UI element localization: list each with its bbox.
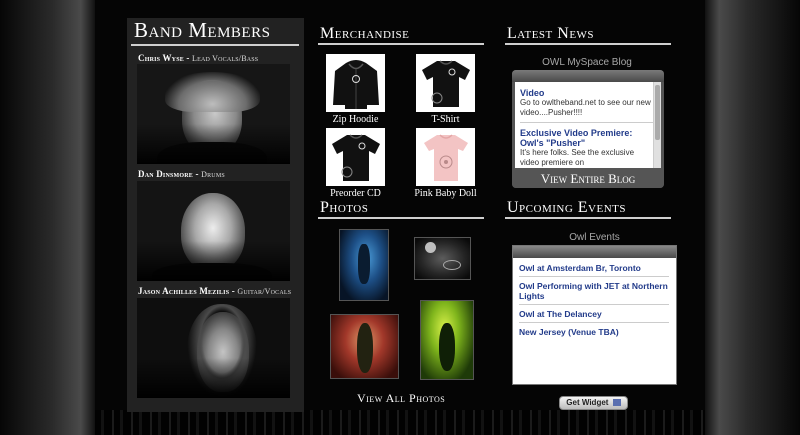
background-grunge	[95, 410, 705, 435]
news-divider	[520, 122, 655, 123]
merchandise-title: Merchandise	[320, 25, 410, 42]
member-3-photo[interactable]	[137, 298, 290, 398]
merch-label[interactable]: T-Shirt	[406, 114, 485, 125]
event-divider	[519, 322, 669, 323]
band-members-rule	[131, 44, 299, 46]
widget-icon	[612, 399, 621, 406]
band-members-panel: Band Members Chris Wyse - Lead Vocals/Ba…	[127, 18, 304, 412]
view-all-photos-link[interactable]: View All Photos	[357, 391, 445, 406]
get-widget-button[interactable]: Get Widget	[559, 396, 628, 410]
band-members-title: Band Members	[134, 18, 271, 42]
merch-label[interactable]: Pink Baby Doll	[406, 188, 485, 199]
news-widget: Video Go to owltheband.net to see our ne…	[512, 70, 664, 188]
news-list[interactable]: Video Go to owltheband.net to see our ne…	[515, 82, 661, 168]
t-shirt-image[interactable]	[416, 54, 475, 112]
member-1-photo[interactable]	[137, 64, 290, 164]
member-name: Jason Achilles Mezilis	[138, 286, 230, 296]
event-item[interactable]: New Jersey (Venue TBA)	[519, 327, 669, 337]
merch-t-shirt[interactable]: T-Shirt	[416, 54, 475, 125]
photos-title: Photos	[320, 199, 369, 216]
photo-thumb-3[interactable]	[330, 314, 399, 379]
events-widget-caption: Owl Events	[569, 232, 620, 243]
upcoming-events-title: Upcoming Events	[507, 199, 627, 216]
member-role: Lead Vocals/Bass	[192, 54, 259, 63]
photos-rule	[318, 217, 484, 219]
photo-thumb-4[interactable]	[420, 300, 474, 380]
events-widget: Owl at Amsterdam Br, Toronto Owl Perform…	[512, 245, 677, 385]
news-item-title[interactable]: Video	[520, 88, 651, 98]
event-divider	[519, 304, 669, 305]
news-item-text: Go to owltheband.net to see our new vide…	[520, 98, 651, 117]
preorder-cd-image[interactable]	[326, 128, 385, 186]
news-item-text: It's here folks. See the exclusive video…	[520, 148, 635, 167]
merch-label[interactable]: Zip Hoodie	[316, 114, 395, 125]
merch-preorder-cd[interactable]: Preorder CD	[326, 128, 385, 199]
merch-pink-baby-doll[interactable]: Pink Baby Doll	[414, 128, 477, 199]
news-item-title[interactable]: Exclusive Video Premiere: Owl's "Pusher"	[520, 128, 651, 148]
event-item[interactable]: Owl Performing with JET at Northern Ligh…	[519, 281, 669, 301]
event-item[interactable]: Owl at The Delancey	[519, 309, 669, 319]
news-widget-caption: OWL MySpace Blog	[542, 57, 632, 68]
merchandise-rule	[318, 43, 484, 45]
get-widget-label: Get Widget	[566, 398, 609, 407]
events-widget-header	[513, 246, 676, 258]
background-texture-right	[705, 0, 800, 435]
member-1-caption[interactable]: Chris Wyse - Lead Vocals/Bass	[138, 53, 258, 63]
member-role: Drums	[201, 170, 225, 179]
upcoming-events-rule	[505, 217, 671, 219]
photo-thumb-1[interactable]	[339, 229, 389, 301]
event-divider	[519, 276, 669, 277]
view-entire-blog-link[interactable]: View Entire Blog	[512, 171, 664, 188]
background-texture-left	[0, 0, 95, 435]
member-3-caption[interactable]: Jason Achilles Mezilis - Guitar/Vocals	[138, 286, 291, 296]
event-item[interactable]: Owl at Amsterdam Br, Toronto	[519, 263, 669, 273]
news-widget-header	[512, 70, 664, 82]
member-2-caption[interactable]: Dan Dinsmore - Drums	[138, 169, 225, 179]
merch-label[interactable]: Preorder CD	[316, 188, 395, 199]
photo-thumb-2[interactable]	[414, 237, 471, 280]
latest-news-rule	[505, 43, 671, 45]
member-role: Guitar/Vocals	[237, 287, 292, 296]
member-name: Dan Dinsmore	[138, 169, 193, 179]
member-name: Chris Wyse	[138, 53, 184, 63]
latest-news-title: Latest News	[507, 25, 595, 42]
pink-baby-doll-image[interactable]	[416, 128, 475, 186]
zip-hoodie-image[interactable]	[326, 54, 385, 112]
member-2-photo[interactable]	[137, 181, 290, 281]
scrollbar-thumb[interactable]	[655, 85, 660, 140]
merch-zip-hoodie[interactable]: Zip Hoodie	[326, 54, 385, 125]
news-scrollbar[interactable]	[653, 82, 661, 168]
